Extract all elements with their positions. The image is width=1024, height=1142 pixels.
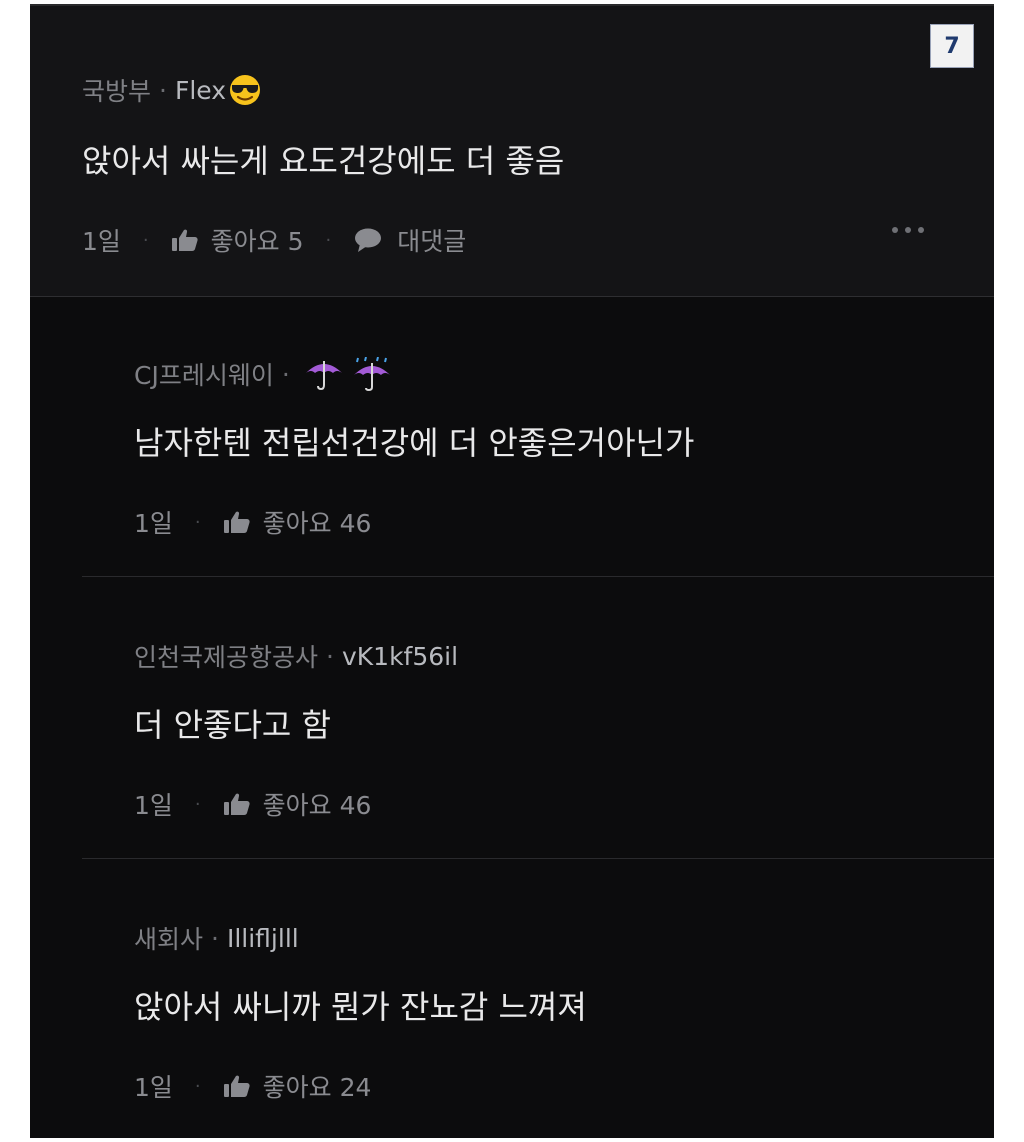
author-nickname: vK1kf56il — [341, 641, 459, 671]
smiling-face-with-sunglasses-icon — [230, 75, 261, 105]
reply-text: 더 안좋다고 함 — [134, 706, 331, 744]
comment-age: 1일 — [134, 509, 173, 538]
author-nickname: Flex — [174, 75, 227, 105]
reply-actions: 1일 · 좋아요 46 — [134, 504, 371, 540]
separator-dot: · — [194, 1075, 201, 1097]
thumbs-up-icon — [223, 511, 250, 533]
like-button[interactable]: 좋아요 46 — [223, 786, 372, 822]
reply-actions: 1일 · 좋아요 24 — [134, 1068, 371, 1104]
author-company: 새회사 — [134, 925, 204, 954]
separator-dot: · — [194, 793, 201, 815]
umbrella-with-rain-icon — [353, 357, 390, 391]
comment-age: 1일 — [82, 227, 121, 256]
umbrella-icon — [305, 361, 342, 391]
author-nickname: Illifljlll — [226, 923, 299, 953]
separator-dot: · — [142, 229, 149, 251]
reply-actions: 1일 · 좋아요 46 — [134, 786, 371, 822]
more-dot — [905, 227, 911, 233]
separator-dot: · — [159, 75, 167, 105]
more-options-button[interactable] — [892, 227, 924, 233]
reply-label: 대댓글 — [397, 227, 467, 256]
divider — [82, 858, 994, 859]
thumbs-up-icon — [171, 229, 198, 251]
like-count-label: 좋아요 46 — [262, 509, 372, 538]
author-company: 인천국제공항공사 — [134, 643, 319, 672]
like-button[interactable]: 좋아요 5 — [171, 222, 304, 258]
divider — [82, 576, 994, 577]
reply-author[interactable]: CJ프레시웨이 · — [134, 356, 394, 392]
comment-thread: 국방부 · Flex 앉아서 싸는게 요도건강에도 더 좋음 1일 · 좋아요 … — [30, 4, 994, 1138]
comment-author[interactable]: 국방부 · Flex — [82, 72, 262, 108]
divider — [30, 296, 994, 297]
like-button[interactable]: 좋아요 24 — [223, 1068, 372, 1104]
speech-bubble-icon — [355, 228, 382, 252]
reply-button[interactable]: 대댓글 — [353, 222, 466, 258]
reply-author[interactable]: 새회사 · Illifljlll — [134, 920, 299, 956]
separator-dot: · — [281, 359, 290, 389]
comment-age: 1일 — [134, 791, 173, 820]
more-dot — [918, 227, 924, 233]
reply-text: 남자한텐 전립선건강에 더 안좋은거아닌가 — [134, 424, 695, 462]
reply-text: 앉아서 싸니까 뭔가 잔뇨감 느껴져 — [134, 988, 587, 1026]
comment-text: 앉아서 싸는게 요도건강에도 더 좋음 — [82, 142, 565, 180]
like-count-label: 좋아요 46 — [262, 791, 372, 820]
thumbs-up-icon — [223, 793, 250, 815]
author-company: CJ프레시웨이 — [134, 361, 274, 390]
separator-dot: · — [211, 923, 219, 953]
comment-actions: 1일 · 좋아요 5 · 대댓글 — [82, 222, 466, 258]
like-button[interactable]: 좋아요 46 — [223, 504, 372, 540]
more-dot — [892, 227, 898, 233]
separator-dot: · — [194, 511, 201, 533]
author-company: 국방부 — [82, 77, 152, 106]
thumbs-up-icon — [223, 1075, 250, 1097]
separator-dot: · — [325, 229, 332, 251]
like-count-label: 좋아요 5 — [210, 227, 304, 256]
reply-author[interactable]: 인천국제공항공사 · vK1kf56il — [134, 638, 458, 674]
page-number-badge: 7 — [930, 24, 974, 68]
like-count-label: 좋아요 24 — [262, 1073, 372, 1102]
separator-dot: · — [326, 641, 334, 671]
comment-age: 1일 — [134, 1073, 173, 1102]
